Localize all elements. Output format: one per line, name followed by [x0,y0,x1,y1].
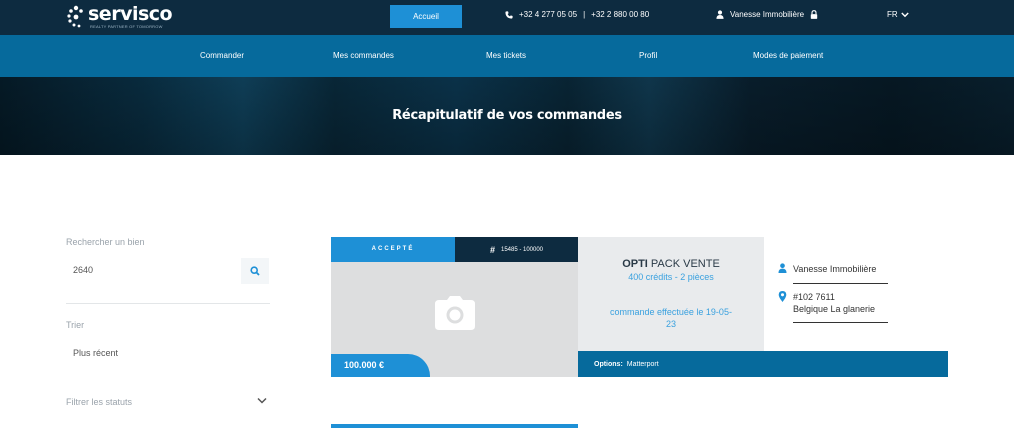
phone-icon [505,10,513,19]
status-filter-select[interactable]: Filtrer les statuts [66,397,132,407]
page-title: Récapitulatif de vos commandes [392,108,622,123]
brand-name: servisco [88,3,173,25]
sort-select[interactable]: Plus récent [73,348,118,358]
nav-profil[interactable]: Profil [639,51,657,60]
brand-tagline: REALTY PARTNER OF TOMORROW [90,24,163,29]
search-label: Rechercher un bien [66,237,145,247]
next-order-card-edge [331,424,578,428]
phone-separator: | [583,10,586,19]
user-icon [716,10,724,19]
hash-icon: # [489,244,495,255]
order-date: commande effectuée le 19-05-23 [610,307,732,329]
client-info: Vanesse Immobilière [778,263,876,275]
pack-name: OPTI PACK VENTE [622,258,720,270]
pack-summary: OPTI PACK VENTE 400 crédits - 2 pièces c… [578,237,764,351]
address-line-1: #102 7611 [793,292,835,302]
user-account[interactable]: Vanesse Immobilière [716,10,818,19]
search-icon [250,266,260,276]
address-divider [793,322,888,323]
home-button[interactable]: Accueil [390,5,462,28]
nav-mes-commandes[interactable]: Mes commandes [333,51,394,60]
location-pin-icon [778,291,787,302]
language-code: FR [887,10,898,19]
nav-mes-tickets[interactable]: Mes tickets [486,51,526,60]
search-button[interactable] [241,258,269,284]
lock-icon[interactable] [810,10,818,19]
logo-dots-icon [67,5,83,28]
status-badge: ACCEPTÉ [331,237,455,262]
order-reference: # 15485 - 100000 [455,237,578,262]
price-badge: 100.000 € [331,354,430,377]
servisco-logo[interactable]: servisco REALTY PARTNER OF TOMORROW [66,3,176,31]
nav-modes-de-paiement[interactable]: Modes de paiement [753,51,823,60]
user-name: Vanesse Immobilière [730,10,805,19]
search-input[interactable]: 2640 [73,265,93,275]
chevron-down-icon [900,11,909,17]
language-selector[interactable]: FR [887,10,909,19]
address: #102 7611 Belgique La glanerie [793,291,875,315]
options-value: Matterport [626,360,659,368]
chevron-down-icon[interactable] [257,397,267,405]
main-nav: Commander Mes commandes Mes tickets Prof… [0,35,1014,77]
user-icon [778,263,787,273]
phone-number-2[interactable]: +32 2 880 00 80 [591,10,649,19]
nav-commander[interactable]: Commander [200,51,244,60]
options-bar: Options: Matterport [578,351,948,377]
filter-divider [66,303,270,304]
address-line-2: Belgique La glanerie [793,304,876,314]
top-bar: servisco REALTY PARTNER OF TOMORROW Accu… [0,0,1014,35]
client-divider [793,283,888,284]
address-info: #102 7611 Belgique La glanerie [778,291,875,315]
client-name: Vanesse Immobilière [793,264,877,274]
phone-contacts: +32 4 277 05 05 | +32 2 880 00 80 [505,10,649,19]
reference-number: 15485 - 100000 [500,246,544,253]
options-label: Options: [594,360,623,368]
camera-icon [435,296,475,330]
phone-number-1[interactable]: +32 4 277 05 05 [519,10,577,19]
sort-label: Trier [66,320,85,330]
pack-details: 400 crédits - 2 pièces [628,272,714,282]
page-hero-banner: Récapitulatif de vos commandes [0,77,1014,155]
